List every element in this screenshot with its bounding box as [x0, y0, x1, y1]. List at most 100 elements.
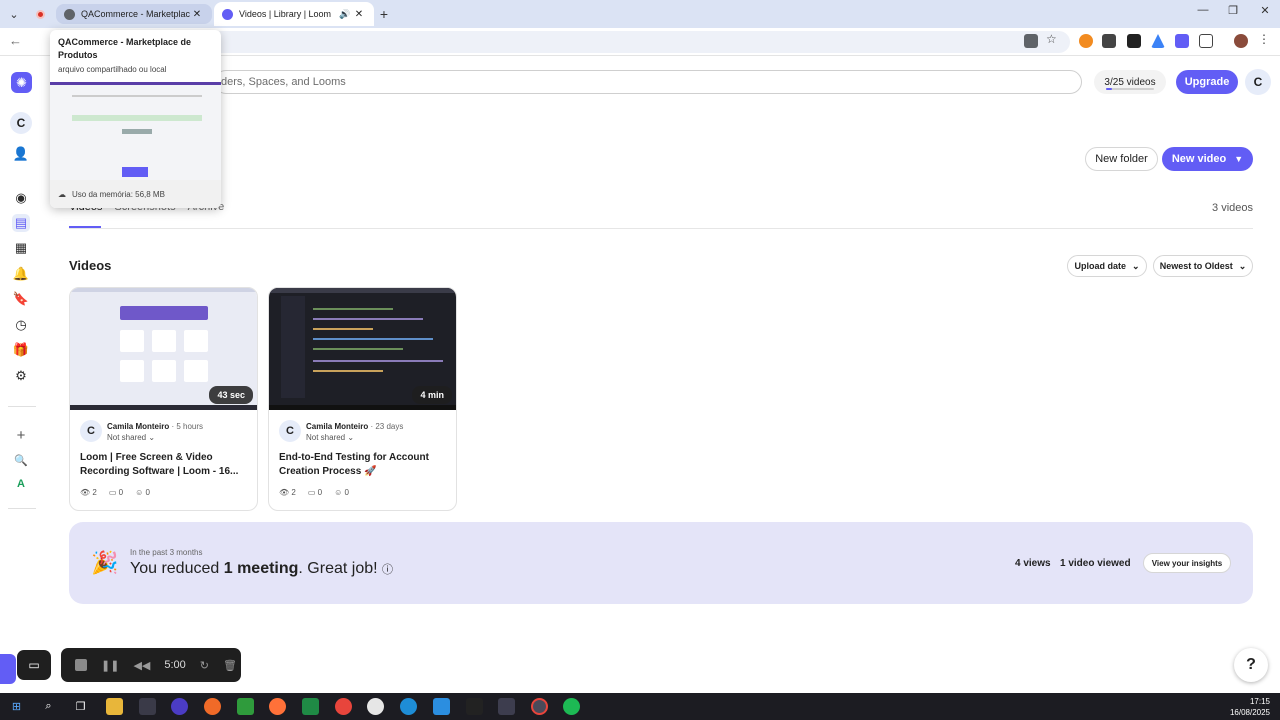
- view-insights-button[interactable]: View your insights: [1143, 553, 1231, 573]
- close-window-icon[interactable]: ✕: [1250, 4, 1280, 17]
- video-card[interactable]: 43 sec C Camila Monteiro · 5 hours Not s…: [69, 287, 258, 511]
- settings-gear-icon[interactable]: ⚙: [12, 367, 30, 385]
- loom-icon: [222, 8, 233, 20]
- task-view-icon[interactable]: ❐: [72, 698, 89, 715]
- workspace-avatar[interactable]: C: [10, 112, 32, 134]
- bookmark-icon[interactable]: 🔖: [12, 290, 30, 308]
- sharing-status[interactable]: Not shared ⌄: [306, 433, 354, 442]
- spotify-icon[interactable]: [563, 698, 580, 715]
- comments-icon: ▭: [307, 488, 316, 497]
- help-button[interactable]: ?: [1234, 648, 1268, 682]
- app-icon[interactable]: [139, 698, 156, 715]
- video-owner: Camila Monteiro · 5 hours: [107, 422, 204, 431]
- video-card[interactable]: 4 min C Camila Monteiro · 23 days Not sh…: [268, 287, 457, 511]
- sort-order-dropdown[interactable]: Newest to Oldest ⌄: [1153, 255, 1253, 277]
- github-icon[interactable]: [367, 698, 384, 715]
- notifications-icon[interactable]: 🔔: [12, 265, 30, 283]
- browser-menu-icon[interactable]: ⋮: [1258, 32, 1272, 46]
- recorder-edge-tab[interactable]: [0, 654, 16, 684]
- video-quota-badge[interactable]: 3/25 videos: [1094, 70, 1166, 94]
- new-folder-button[interactable]: New folder: [1085, 147, 1158, 171]
- rewind-icon[interactable]: ◀◀: [133, 659, 150, 672]
- history-icon[interactable]: ◷: [12, 316, 30, 334]
- search-icon[interactable]: ⌕: [40, 698, 57, 715]
- extensions-puzzle-icon[interactable]: [1199, 34, 1213, 48]
- stop-recording-icon[interactable]: [75, 659, 87, 671]
- back-icon[interactable]: ←: [9, 33, 22, 48]
- sharing-status[interactable]: Not shared ⌄: [107, 433, 155, 442]
- restart-icon[interactable]: ↻: [200, 659, 209, 672]
- minimize-icon[interactable]: —: [1188, 4, 1218, 16]
- sort-by-dropdown[interactable]: Upload date ⌄: [1067, 255, 1147, 277]
- extension-off-icon[interactable]: [1102, 34, 1116, 48]
- profile-icon[interactable]: ◉: [12, 189, 30, 207]
- close-tab-icon[interactable]: ✕: [352, 9, 366, 20]
- app-orange-icon[interactable]: [204, 698, 221, 715]
- restore-icon[interactable]: ❐: [1218, 4, 1248, 17]
- chrome-icon[interactable]: [335, 698, 352, 715]
- app-dark-icon[interactable]: [466, 698, 483, 715]
- space-avatar-icon[interactable]: A: [12, 475, 30, 493]
- party-popper-icon: 🎉: [91, 550, 119, 575]
- views-count: 2: [291, 488, 296, 497]
- firefox-icon[interactable]: [269, 698, 286, 715]
- bookmark-star-icon[interactable]: ☆: [1046, 32, 1060, 46]
- app-green-icon[interactable]: [237, 698, 254, 715]
- headline-pre: You reduced: [130, 560, 224, 577]
- chevron-down-icon: ▼: [1234, 154, 1244, 164]
- headline-post: . Great job!: [298, 560, 378, 577]
- calendar-icon[interactable]: ▦: [12, 239, 30, 257]
- user-avatar[interactable]: C: [1245, 69, 1271, 95]
- video-title[interactable]: Loom | Free Screen & Video Recording Sof…: [80, 451, 250, 479]
- extension-triangle-icon[interactable]: [1151, 34, 1165, 48]
- chrome-active-icon[interactable]: [531, 698, 548, 715]
- extension-camera-icon[interactable]: [1127, 34, 1141, 48]
- new-tab-button[interactable]: +: [374, 4, 394, 24]
- gift-icon[interactable]: 🎁: [12, 341, 30, 359]
- app-purple-icon[interactable]: [171, 698, 188, 715]
- browser-tab-qacommerce[interactable]: QACommerce - Marketplace de Produtos ✕: [56, 4, 212, 24]
- extension-orange-icon[interactable]: [1079, 34, 1093, 48]
- translate-icon[interactable]: [1024, 34, 1038, 48]
- delete-icon[interactable]: 🗑: [223, 659, 237, 672]
- camera-toggle-icon[interactable]: ▭: [17, 650, 51, 680]
- git-icon[interactable]: [498, 698, 515, 715]
- pause-icon[interactable]: ❚❚: [101, 659, 119, 672]
- add-user-icon[interactable]: 👤: [12, 145, 30, 163]
- spreadsheet-icon[interactable]: [302, 698, 319, 715]
- sort-by-label: Upload date: [1074, 261, 1126, 271]
- vscode-icon[interactable]: [433, 698, 450, 715]
- new-video-button[interactable]: New video ▼: [1162, 147, 1253, 171]
- system-clock[interactable]: 17:15 16/08/2025: [1210, 696, 1270, 718]
- windows-start-icon[interactable]: ⊞: [8, 698, 25, 715]
- edge-icon[interactable]: [400, 698, 417, 715]
- extension-loom-icon[interactable]: [1175, 34, 1189, 48]
- info-icon[interactable]: ⓘ: [382, 564, 393, 576]
- loom-logo-icon[interactable]: ✺: [11, 72, 32, 93]
- tab-search-chevron-icon[interactable]: ⌄: [4, 4, 24, 24]
- preview-memory: ☁ Uso da memória: 56,8 MB: [50, 180, 221, 208]
- video-thumbnail[interactable]: 43 sec: [70, 288, 257, 410]
- search-input[interactable]: ders, Spaces, and Looms: [214, 70, 1082, 94]
- headline-bold: 1 meeting: [223, 560, 299, 577]
- library-icon[interactable]: ▤: [12, 214, 30, 232]
- chevron-down-icon: ⌄: [1238, 260, 1247, 271]
- globe-icon: [64, 8, 75, 20]
- close-tab-icon[interactable]: ✕: [190, 9, 204, 20]
- upgrade-button[interactable]: Upgrade: [1176, 70, 1238, 94]
- file-explorer-icon[interactable]: [106, 698, 123, 715]
- sharing-status-label: Not shared: [107, 433, 147, 442]
- video-thumbnail[interactable]: 4 min: [269, 288, 456, 410]
- speaker-icon[interactable]: 🔊: [338, 9, 352, 20]
- reactions-icon: ☺: [334, 488, 343, 497]
- views-icon: 👁: [80, 488, 91, 497]
- video-title[interactable]: End-to-End Testing for Account Creation …: [279, 451, 449, 479]
- recording-indicator-icon[interactable]: [30, 4, 50, 24]
- browser-tab-loom[interactable]: Videos | Library | Loom 🔊 ✕: [214, 2, 374, 26]
- address-bar[interactable]: [210, 31, 1070, 53]
- views-icon: 👁: [279, 488, 290, 497]
- profile-avatar-icon[interactable]: [1234, 34, 1248, 48]
- add-space-icon[interactable]: +: [12, 426, 30, 444]
- search-spaces-icon[interactable]: 🔍: [12, 451, 30, 469]
- owner-avatar: C: [80, 420, 102, 442]
